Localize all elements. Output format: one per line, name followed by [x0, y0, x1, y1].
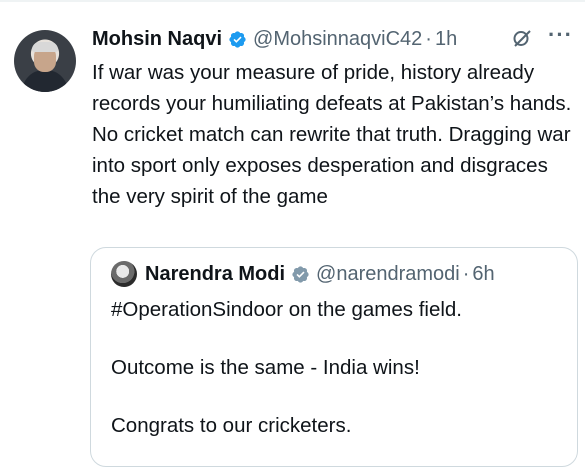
author-handle[interactable]: @MohsinnaqviC42 [253, 24, 422, 54]
top-divider [0, 0, 585, 2]
quoted-author-handle: @narendramodi [316, 263, 460, 285]
quoted-separator-dot: · [462, 263, 470, 285]
avatar-hair [32, 42, 58, 52]
post-header: Mohsin Naqvi @MohsinnaqviC42 · 1h [92, 24, 457, 54]
avatar-body [22, 70, 68, 92]
quoted-post-time: 6h [472, 263, 495, 285]
gray-verified-badge-icon [291, 265, 310, 284]
quoted-post-header: Narendra Modi @narendramodi · 6h [111, 260, 495, 288]
author-name[interactable]: Mohsin Naqvi [92, 24, 222, 54]
avatar[interactable] [14, 30, 76, 92]
quoted-avatar [111, 261, 137, 287]
post-text: If war was your measure of pride, histor… [92, 61, 572, 208]
quoted-post[interactable]: Narendra Modi @narendramodi · 6h #Operat… [90, 247, 578, 467]
quoted-text-line: Congrats to our cricketers. [111, 414, 352, 437]
quoted-text-line: #OperationSindoor on the games field. [111, 298, 463, 321]
post-time[interactable]: 1h [435, 24, 457, 54]
quoted-text-line: Outcome is the same - India wins! [111, 356, 420, 379]
grok-icon[interactable] [510, 26, 534, 50]
verified-badge-icon [228, 30, 247, 49]
quoted-author-name: Narendra Modi [145, 263, 286, 285]
more-icon[interactable]: ··· [548, 24, 576, 50]
separator-dot: · [425, 28, 432, 50]
